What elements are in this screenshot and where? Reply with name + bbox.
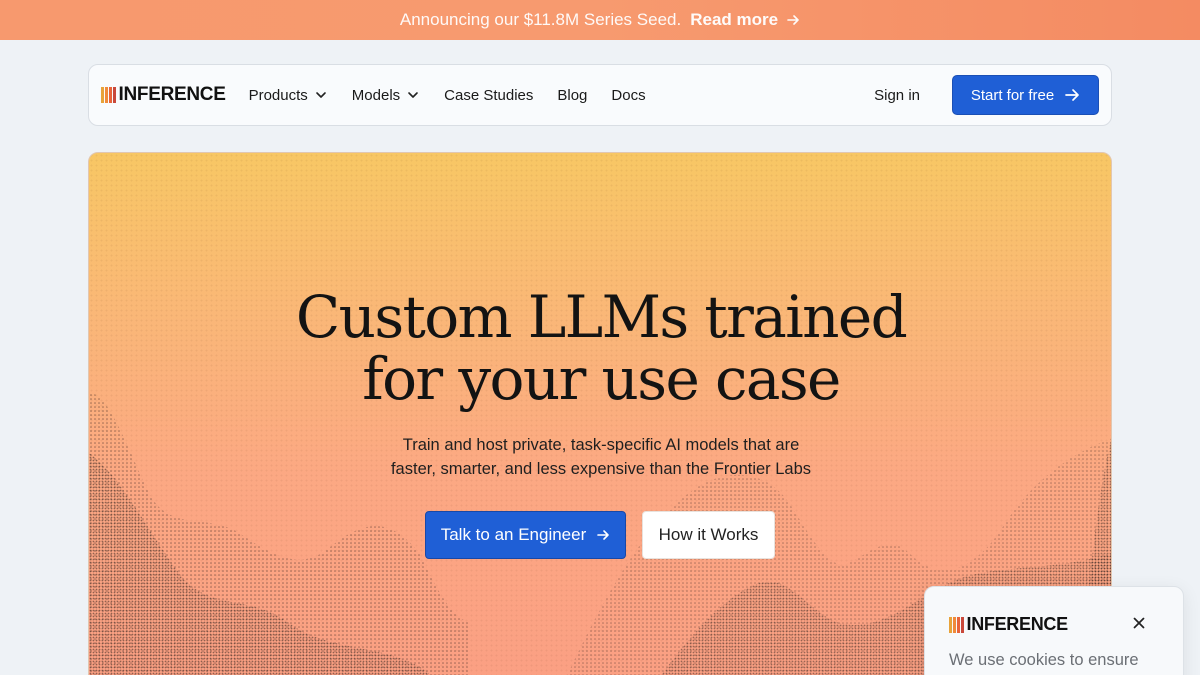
cookie-banner: INFERENCE We use cookies to ensure (924, 586, 1184, 675)
nav-item-label: Docs (611, 86, 646, 104)
nav-item-products[interactable]: Products (249, 87, 328, 104)
logo-bar (953, 616, 956, 633)
logo-bar (961, 616, 964, 633)
logo-bar (957, 616, 960, 633)
logo-bars-icon (949, 616, 964, 634)
brand-name: INFERENCE (118, 84, 226, 105)
cookie-message: We use cookies to ensure (949, 651, 1139, 669)
arrow-right-icon (1065, 89, 1080, 101)
logo-bar (101, 87, 104, 103)
sign-in-link[interactable]: Sign in (874, 87, 920, 104)
close-icon[interactable] (1131, 615, 1147, 631)
talk-to-engineer-button[interactable]: Talk to an Engineer (425, 511, 626, 559)
nav-actions: Sign in Start for free (874, 75, 1099, 115)
announcement-text: Announcing our $11.8M Series Seed. (399, 10, 682, 29)
brand-logo[interactable]: INFERENCE (101, 84, 226, 106)
hero-title-line: for your use case (362, 345, 841, 413)
nav-item-blog[interactable]: Blog (557, 87, 587, 104)
read-more-link[interactable]: Read more (690, 10, 800, 30)
arrow-right-icon (597, 530, 610, 540)
arrow-right-icon (787, 15, 799, 25)
how-it-works-button[interactable]: How it Works (642, 511, 775, 559)
how-it-works-label: How it Works (658, 525, 759, 544)
nav-item-case-studies[interactable]: Case Studies (444, 87, 533, 104)
chevron-down-icon (408, 92, 418, 98)
cookie-brand-logo: INFERENCE (949, 614, 1068, 635)
nav-item-docs[interactable]: Docs (611, 87, 645, 104)
cookie-brand-name: INFERENCE (966, 614, 1069, 634)
read-more-label: Read more (690, 10, 779, 29)
hero-subtitle-line: faster, smarter, and less expensive than… (390, 460, 812, 478)
nav-item-label: Case Studies (444, 86, 534, 104)
logo-bars-icon (101, 86, 116, 104)
hero-subtitle-line: Train and host private, task-specific AI… (402, 436, 800, 454)
logo-bar (113, 87, 116, 103)
hero-title: Custom LLMs trained for your use case (89, 283, 1111, 413)
nav-item-label: Models (351, 86, 401, 104)
talk-to-engineer-label: Talk to an Engineer (440, 525, 587, 544)
navbar: INFERENCE Products Models Case Studies B… (88, 64, 1112, 126)
logo-bar (105, 87, 108, 103)
start-for-free-button[interactable]: Start for free (952, 75, 1099, 115)
logo-bar (949, 616, 952, 633)
start-for-free-label: Start for free (970, 86, 1055, 104)
logo-bar (109, 87, 112, 103)
hero-title-line: Custom LLMs trained (295, 283, 908, 351)
nav-item-label: Products (248, 86, 308, 104)
nav-links: Products Models Case Studies Blog Docs (249, 87, 646, 104)
nav-item-models[interactable]: Models (352, 87, 420, 104)
hero-subtitle: Train and host private, task-specific AI… (89, 433, 1111, 481)
chevron-down-icon (315, 92, 326, 98)
hero-ctas: Talk to an Engineer How it Works (425, 511, 775, 559)
announcement-bar: Announcing our $11.8M Series Seed. Read … (0, 0, 1200, 40)
nav-item-label: Blog (557, 86, 588, 104)
